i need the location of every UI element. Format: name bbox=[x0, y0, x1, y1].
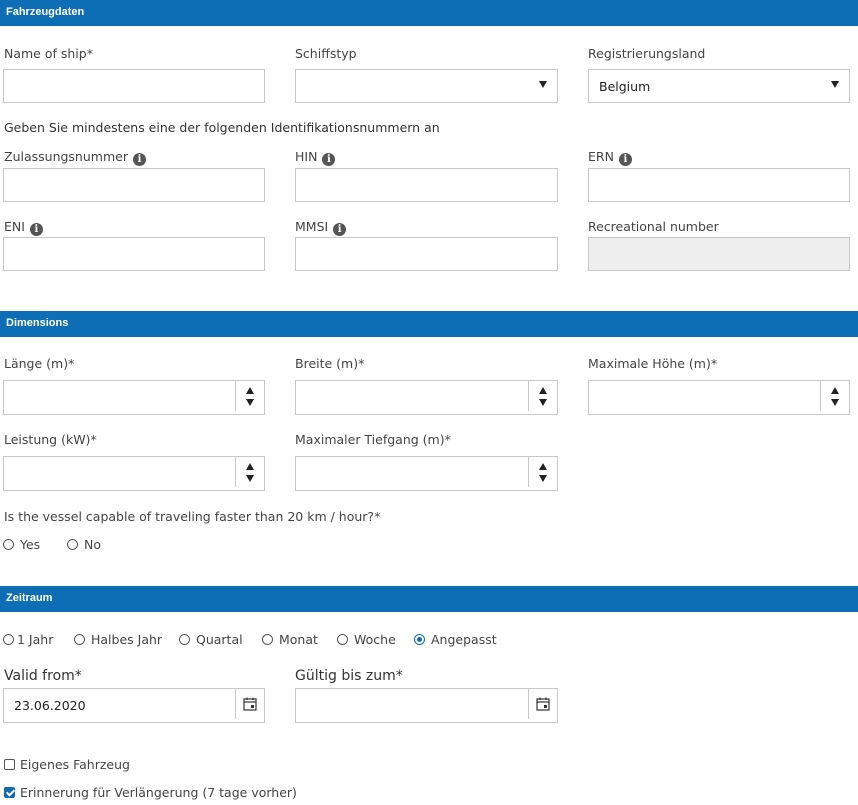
calendar-icon bbox=[243, 697, 257, 711]
arrow-up-icon[interactable] bbox=[246, 387, 254, 394]
valid-from-input[interactable]: 23.06.2020 bbox=[3, 688, 265, 723]
power-label: Leistung (kW)* bbox=[4, 432, 97, 447]
arrow-down-icon[interactable] bbox=[539, 475, 547, 482]
height-stepper[interactable] bbox=[820, 381, 849, 411]
period-radio-woche[interactable]: Woche bbox=[337, 632, 396, 647]
calendar-button[interactable] bbox=[235, 689, 264, 719]
radio-circle[interactable] bbox=[74, 634, 85, 645]
eni-label: ENI i bbox=[4, 219, 43, 236]
ship-type-select[interactable] bbox=[295, 69, 558, 103]
arrow-down-icon[interactable] bbox=[539, 399, 547, 406]
eni-input[interactable] bbox=[3, 237, 265, 271]
period-radio-quartal[interactable]: Quartal bbox=[179, 632, 243, 647]
checkbox-box-checked[interactable] bbox=[4, 787, 15, 798]
registration-country-label: Registrierungsland bbox=[588, 46, 706, 61]
height-label: Maximale Höhe (m)* bbox=[588, 356, 718, 371]
power-input[interactable] bbox=[3, 456, 265, 491]
chevron-down-icon bbox=[539, 81, 547, 88]
valid-to-input[interactable] bbox=[295, 688, 558, 723]
hin-input[interactable] bbox=[295, 168, 558, 202]
zulassungsnummer-input[interactable] bbox=[3, 168, 265, 202]
checkbox-box[interactable] bbox=[4, 759, 15, 770]
reminder-checkbox[interactable]: Erinnerung für Verlängerung (7 tage vorh… bbox=[4, 785, 297, 800]
ern-label: ERN i bbox=[588, 149, 632, 166]
arrow-up-icon[interactable] bbox=[539, 463, 547, 470]
draft-label: Maximaler Tiefgang (m)* bbox=[295, 432, 451, 447]
period-radio-monat[interactable]: Monat bbox=[262, 632, 318, 647]
length-input[interactable] bbox=[3, 380, 265, 415]
info-icon[interactable]: i bbox=[132, 153, 146, 166]
speed-radio-no[interactable]: No bbox=[67, 537, 101, 552]
name-of-ship-input[interactable] bbox=[3, 69, 265, 103]
radio-circle[interactable] bbox=[67, 539, 78, 550]
power-stepper[interactable] bbox=[235, 457, 264, 487]
own-vehicle-checkbox[interactable]: Eigenes Fahrzeug bbox=[4, 757, 130, 772]
speed-radio-yes[interactable]: Yes bbox=[3, 537, 40, 552]
mmsi-label: MMSI i bbox=[295, 219, 347, 236]
identification-hint: Geben Sie mindestens eine der folgenden … bbox=[4, 120, 440, 135]
width-label: Breite (m)* bbox=[295, 356, 365, 371]
radio-circle[interactable] bbox=[179, 634, 190, 645]
ern-input[interactable] bbox=[588, 168, 850, 202]
section-header-period: Zeitraum bbox=[0, 586, 858, 612]
draft-input[interactable] bbox=[295, 456, 558, 491]
period-radio-angepasst[interactable]: Angepasst bbox=[414, 632, 497, 647]
chevron-down-icon bbox=[831, 81, 839, 88]
width-stepper[interactable] bbox=[528, 381, 557, 411]
registration-country-value: Belgium bbox=[599, 79, 651, 94]
ship-type-label: Schiffstyp bbox=[295, 46, 357, 61]
recreational-number-input bbox=[588, 237, 850, 271]
name-of-ship-label: Name of ship* bbox=[4, 46, 93, 61]
section-title: Dimensions bbox=[6, 317, 69, 329]
info-icon[interactable]: i bbox=[333, 223, 347, 236]
info-icon[interactable]: i bbox=[29, 223, 43, 236]
valid-from-label: Valid from* bbox=[4, 668, 82, 684]
info-icon[interactable]: i bbox=[618, 153, 632, 166]
section-title: Zeitraum bbox=[6, 592, 53, 604]
length-label: Länge (m)* bbox=[4, 356, 75, 371]
arrow-down-icon[interactable] bbox=[246, 399, 254, 406]
radio-circle[interactable] bbox=[3, 539, 14, 550]
radio-circle-selected[interactable] bbox=[414, 634, 425, 645]
arrow-up-icon[interactable] bbox=[246, 463, 254, 470]
section-title: Fahrzeugdaten bbox=[6, 6, 85, 18]
height-input[interactable] bbox=[588, 380, 850, 415]
arrow-down-icon[interactable] bbox=[831, 399, 839, 406]
mmsi-input[interactable] bbox=[295, 237, 558, 271]
calendar-button[interactable] bbox=[528, 689, 557, 719]
radio-circle[interactable] bbox=[262, 634, 273, 645]
calendar-icon bbox=[536, 697, 550, 711]
info-icon[interactable]: i bbox=[322, 153, 336, 166]
hin-label: HIN i bbox=[295, 149, 336, 166]
section-header-dimensions: Dimensions bbox=[0, 311, 858, 337]
registration-country-select[interactable]: Belgium bbox=[588, 69, 850, 103]
arrow-down-icon[interactable] bbox=[246, 475, 254, 482]
speed-question-label: Is the vessel capable of traveling faste… bbox=[4, 509, 381, 524]
period-radio-halbes-jahr[interactable]: Halbes Jahr bbox=[74, 632, 162, 647]
recreational-number-label: Recreational number bbox=[588, 219, 719, 234]
length-stepper[interactable] bbox=[235, 381, 264, 411]
zulassungsnummer-label: Zulassungsnummer i bbox=[4, 149, 146, 166]
draft-stepper[interactable] bbox=[528, 457, 557, 487]
arrow-up-icon[interactable] bbox=[831, 387, 839, 394]
radio-circle[interactable] bbox=[3, 634, 14, 645]
width-input[interactable] bbox=[295, 380, 558, 415]
arrow-up-icon[interactable] bbox=[539, 387, 547, 394]
radio-circle[interactable] bbox=[337, 634, 348, 645]
period-radio-1-jahr[interactable]: 1 Jahr bbox=[3, 632, 53, 647]
section-header-vehicle: Fahrzeugdaten bbox=[0, 0, 858, 26]
valid-to-label: Gültig bis zum* bbox=[295, 668, 403, 684]
valid-from-value: 23.06.2020 bbox=[14, 698, 86, 713]
